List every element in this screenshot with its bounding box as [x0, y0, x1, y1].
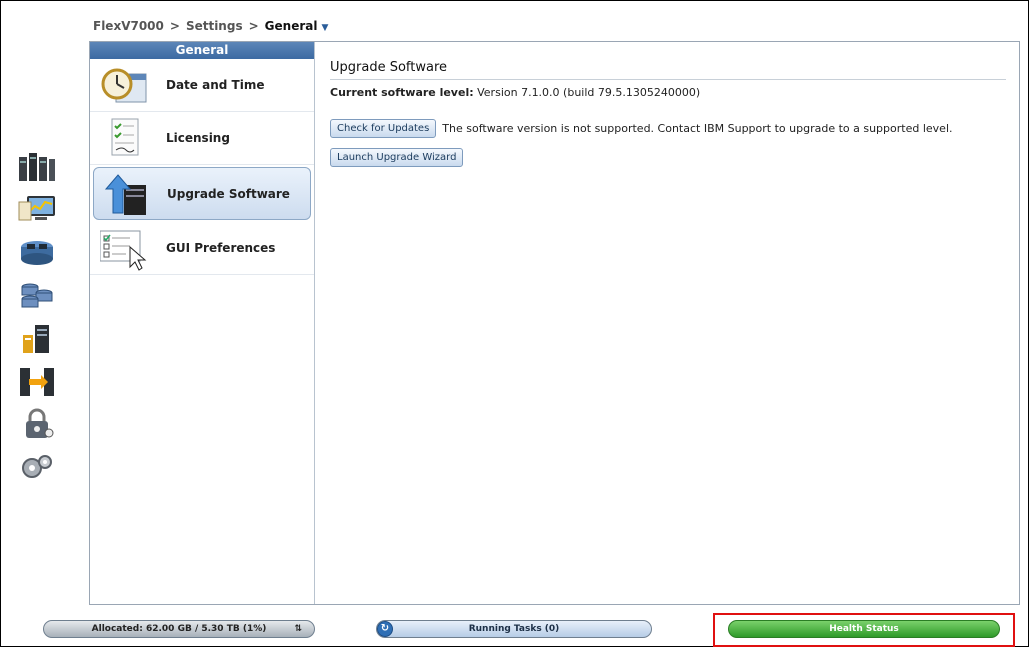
settings-panel: General Date and Time Licensing Upgrade … [89, 41, 1020, 605]
preferences-icon [99, 227, 148, 271]
health-status-highlight [713, 613, 1015, 647]
unsupported-version-message: The software version is not supported. C… [442, 122, 953, 135]
launch-upgrade-wizard-button[interactable]: Launch Upgrade Wizard [330, 148, 464, 167]
breadcrumb-item-settings[interactable]: Settings [186, 19, 243, 33]
nav-item-upgrade-software[interactable]: Upgrade Software [93, 167, 311, 220]
nav-item-label: Date and Time [166, 78, 265, 92]
nav-item-gui-preferences[interactable]: GUI Preferences [90, 222, 314, 275]
function-icon-rail [15, 147, 71, 491]
check-updates-row: Check for Updates The software version i… [330, 119, 1006, 138]
copy-services-icon[interactable] [15, 362, 59, 402]
running-tasks-label: Running Tasks (0) [468, 624, 560, 634]
nav-item-label: Licensing [166, 131, 230, 145]
hosts-icon[interactable] [15, 319, 59, 359]
toggle-arrows-icon[interactable]: ⇅ [294, 621, 302, 637]
refresh-icon: ↻ [377, 621, 393, 637]
nav-item-date-and-time[interactable]: Date and Time [90, 59, 314, 112]
allocated-capacity-label: Allocated: 62.00 GB / 5.30 TB (1%) [91, 624, 267, 634]
page-title: Upgrade Software [330, 60, 1006, 80]
breadcrumb-item-general[interactable]: General [265, 19, 318, 33]
wizard-row: Launch Upgrade Wizard [330, 148, 1006, 167]
nav-header: General [90, 42, 314, 59]
allocated-capacity-bar[interactable]: Allocated: 62.00 GB / 5.30 TB (1%) ⇅ [43, 620, 315, 638]
upgrade-icon [104, 173, 152, 217]
volumes-icon[interactable] [15, 276, 59, 316]
breadcrumb: FlexV7000 > Settings > General ▼ [93, 19, 328, 33]
clock-icon [100, 64, 148, 108]
access-icon[interactable] [15, 405, 59, 445]
running-tasks-bar[interactable]: ↻ Running Tasks (0) [376, 620, 652, 638]
breadcrumb-separator: > [169, 19, 180, 33]
license-icon [100, 117, 148, 161]
settings-icon[interactable] [15, 448, 59, 488]
monitoring-icon[interactable] [15, 190, 59, 230]
caret-down-icon[interactable]: ▼ [321, 23, 328, 33]
current-software-level-value: Version 7.1.0.0 (build 79.5.1305240000) [473, 86, 701, 99]
pools-icon[interactable] [15, 233, 59, 273]
upgrade-software-content: Upgrade Software Current software level:… [330, 60, 1006, 167]
nav-item-licensing[interactable]: Licensing [90, 112, 314, 165]
breadcrumb-separator: > [248, 19, 259, 33]
current-software-level-label: Current software level: [330, 86, 474, 99]
current-software-level: Current software level: Version 7.1.0.0 … [330, 86, 1006, 99]
breadcrumb-item-flexv7000[interactable]: FlexV7000 [93, 19, 164, 33]
app-window: FlexV7000 > Settings > General ▼ General… [0, 0, 1029, 647]
nav-item-label: Upgrade Software [167, 187, 290, 201]
settings-nav: General Date and Time Licensing Upgrade … [90, 42, 315, 604]
check-for-updates-button[interactable]: Check for Updates [330, 119, 437, 138]
home-icon[interactable] [15, 147, 59, 187]
nav-item-label: GUI Preferences [166, 241, 276, 255]
